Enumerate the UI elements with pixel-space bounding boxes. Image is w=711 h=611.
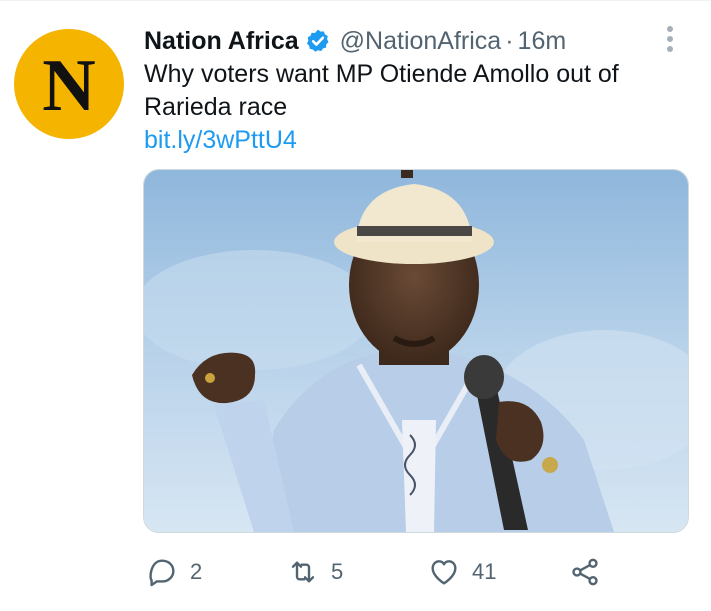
author-name[interactable]: Nation Africa	[144, 27, 299, 56]
like-count: 41	[472, 559, 497, 584]
more-icon[interactable]	[660, 26, 680, 56]
reply-button[interactable]: 2	[146, 552, 202, 592]
tweet-text: Why voters want MP Otiende Amollo out of…	[144, 60, 619, 121]
tweet-photo	[144, 170, 688, 532]
author-handle[interactable]: @NationAfrica	[340, 27, 502, 56]
tweet-link[interactable]: bit.ly/3wPttU4	[144, 124, 297, 157]
reply-count: 2	[190, 559, 203, 584]
retweet-icon	[291, 561, 315, 583]
like-button[interactable]: 41	[428, 552, 496, 592]
verified-icon	[306, 29, 329, 52]
retweet-count: 5	[331, 559, 344, 584]
header-separator: ·	[505, 26, 514, 55]
tweet-media[interactable]	[143, 169, 689, 533]
tweet-header: Nation Africa @NationAfrica · 16m	[144, 24, 566, 58]
avatar[interactable]: N	[14, 29, 124, 139]
reply-icon	[149, 559, 175, 587]
retweet-button[interactable]: 5	[287, 552, 343, 592]
action-bar: 2 5 41	[0, 552, 711, 592]
top-divider	[0, 0, 711, 1]
tweet-time[interactable]: 16m	[518, 27, 567, 56]
share-button[interactable]	[569, 552, 601, 592]
avatar-letter: N	[42, 45, 96, 127]
share-icon	[572, 558, 598, 586]
like-icon	[431, 560, 457, 585]
